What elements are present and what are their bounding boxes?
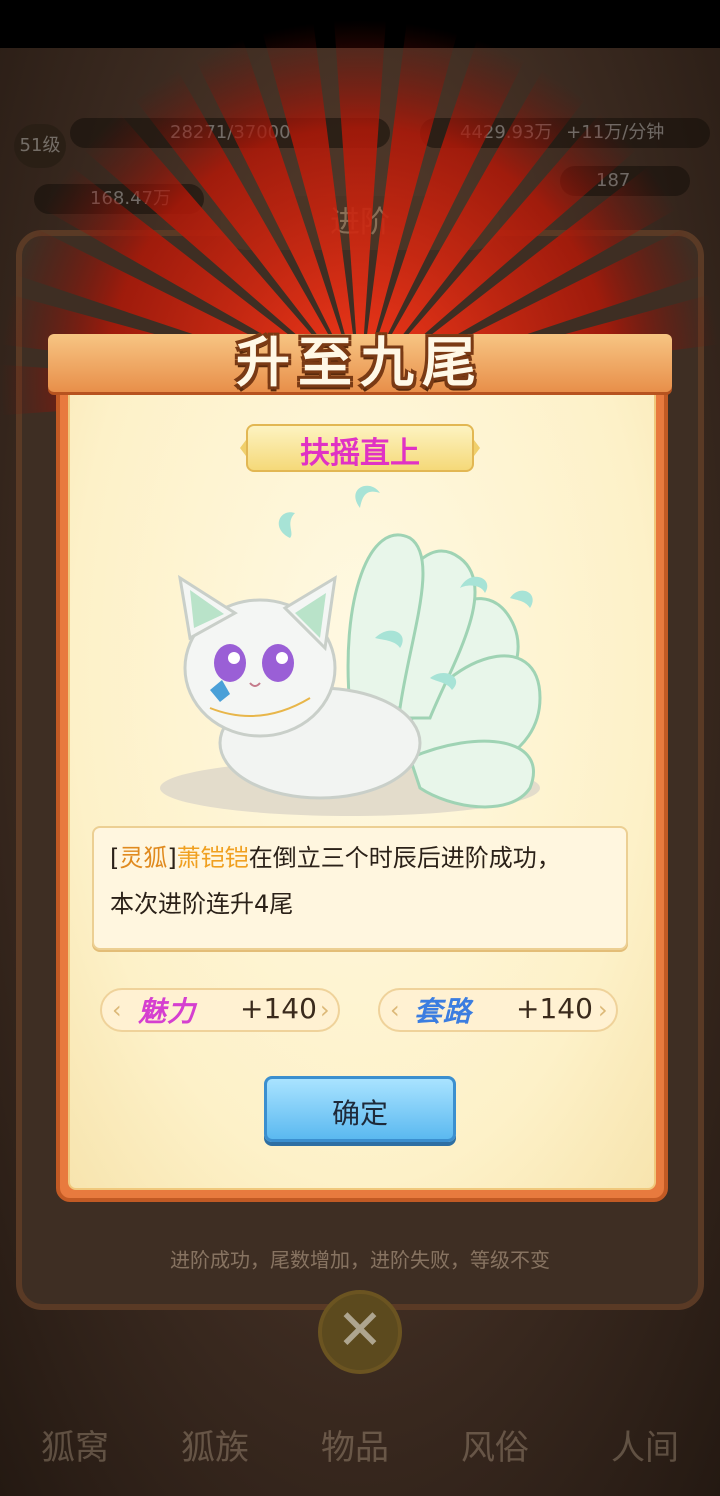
nine-tail-fox-illustration (160, 485, 542, 816)
confirm-button-label[interactable]: 确定 (264, 1092, 456, 1132)
chevron-right-icon: › (598, 996, 608, 1024)
bracket-close: ] (167, 844, 177, 872)
chevron-right-icon: › (320, 996, 330, 1024)
dialog-title: 升至九尾 (236, 330, 484, 394)
stat-trick-value: +140 (516, 992, 593, 1025)
chevron-left-icon: ‹ (390, 996, 400, 1024)
stat-charm-value: +140 (240, 992, 317, 1025)
stat-trick-label: 套路 (414, 995, 473, 1028)
message-line-1: [灵狐]萧铠铠在倒立三个时辰后进阶成功， (110, 840, 620, 876)
subtitle-text: 扶摇直上 (300, 436, 420, 471)
message-line-2: 本次进阶连升4尾 (110, 890, 294, 918)
chevron-left-icon: ‹ (112, 996, 122, 1024)
bracket-open: [ (110, 844, 120, 872)
fox-type-tag: 灵狐 (119, 844, 168, 872)
fox-name: 萧铠铠 (176, 844, 249, 872)
message-text: 在倒立三个时辰后进阶成功， (248, 844, 561, 872)
stat-charm-label: 魅力 (138, 995, 197, 1028)
